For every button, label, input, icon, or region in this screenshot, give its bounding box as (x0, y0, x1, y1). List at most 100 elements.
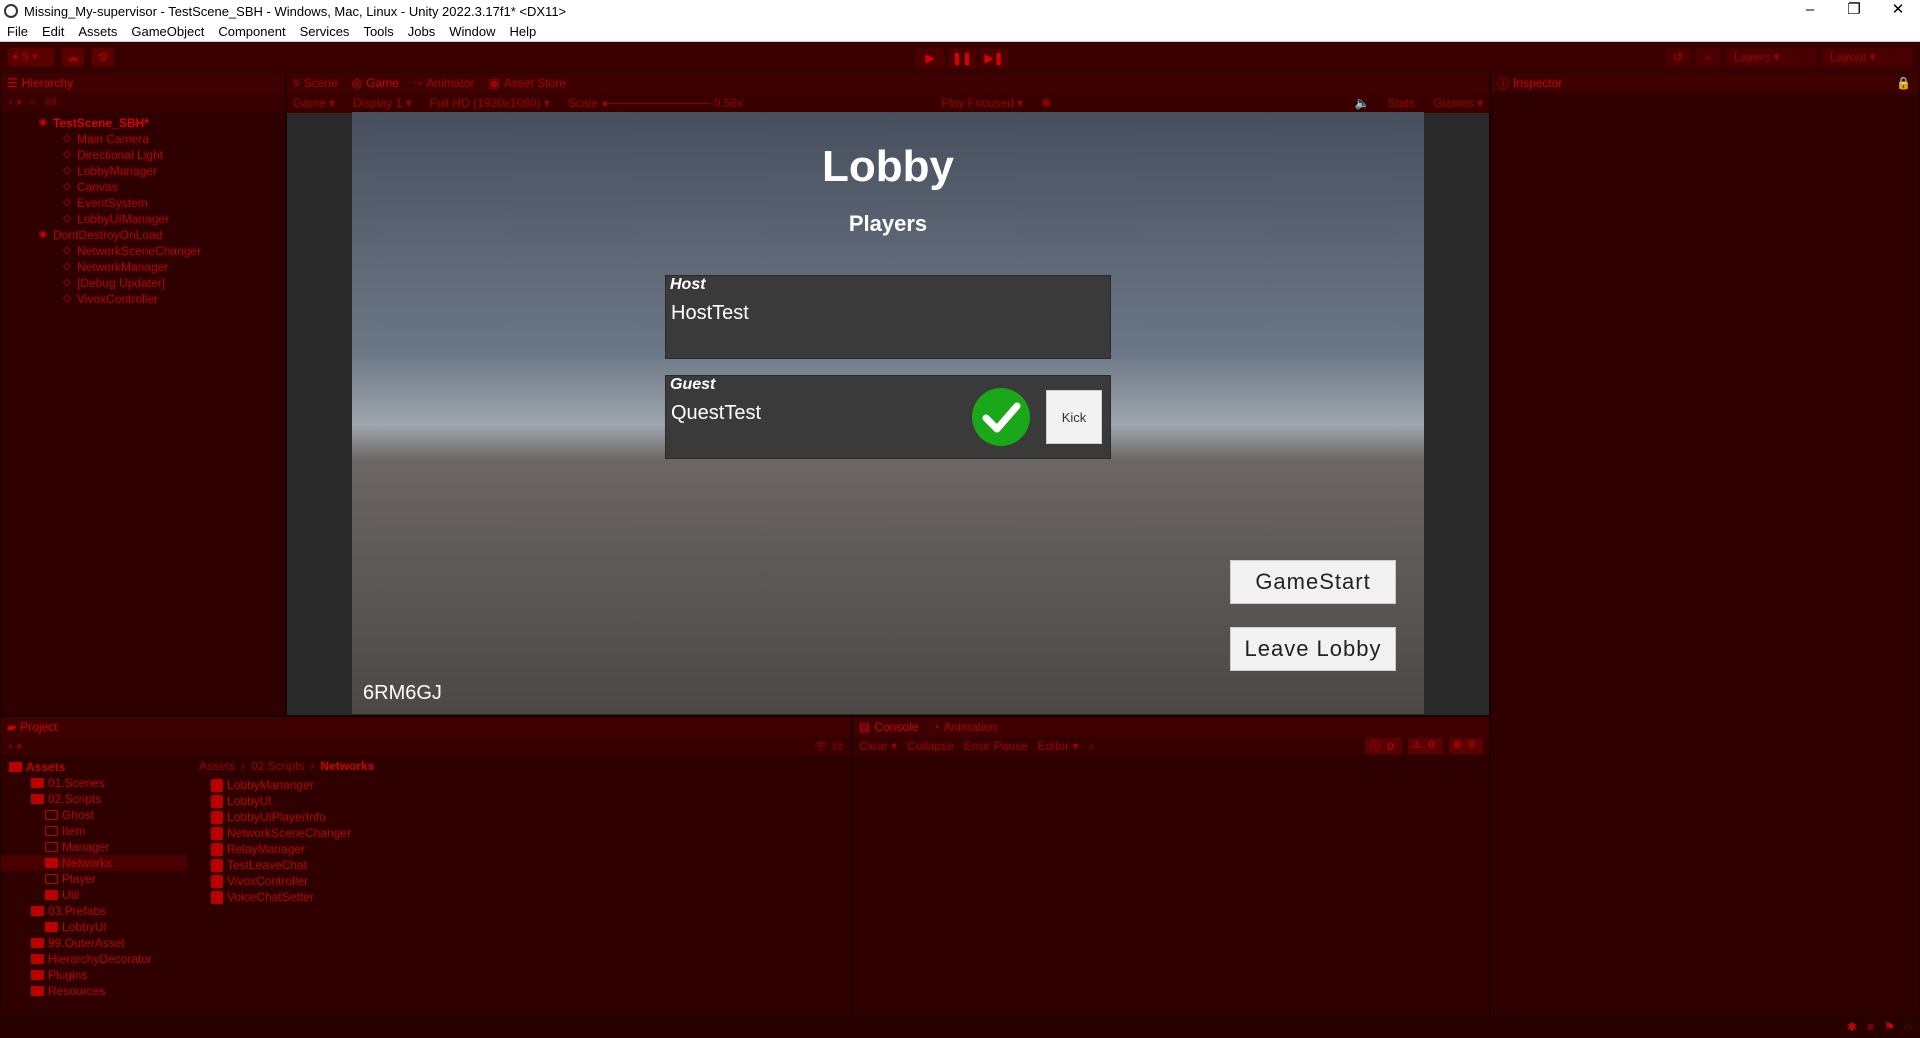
folder-item[interactable]: 02.Scripts (1, 791, 187, 807)
lock-icon[interactable]: 🔒 (1896, 76, 1919, 90)
network-icon[interactable]: ⚑ (1884, 1020, 1895, 1034)
tab-inspector[interactable]: ⓘ Inspector (1497, 75, 1562, 92)
tab-game[interactable]: ◎ Game (352, 76, 399, 90)
breadcrumb-item[interactable]: 02.Scripts (251, 759, 304, 773)
menu-edit[interactable]: Edit (35, 24, 71, 39)
close-icon[interactable]: ✕ (1876, 0, 1920, 22)
menu-services[interactable]: Services (293, 24, 357, 39)
cloud-icon[interactable]: ☁ (62, 48, 84, 66)
folder-item[interactable]: Plugins (1, 967, 187, 983)
stack-icon[interactable]: ≡ (1867, 1020, 1874, 1034)
folder-item-selected[interactable]: Networks (1, 855, 187, 871)
tree-item[interactable]: ◇ VivoxController (1, 291, 285, 307)
file-item[interactable]: NetworkSceneChanger (211, 825, 851, 841)
layout-dropdown[interactable]: Layout ▾ (1822, 48, 1912, 66)
tab-console[interactable]: ▤ Console (859, 720, 918, 734)
menu-help[interactable]: Help (503, 24, 544, 39)
minimize-icon[interactable]: – (1788, 0, 1832, 22)
folder-item[interactable]: Assets (1, 759, 187, 775)
bug-icon[interactable]: ✱ (1847, 1020, 1857, 1034)
file-item[interactable]: RelayManager (211, 841, 851, 857)
tree-item-scene[interactable]: ◉ DontDestroyOnLoad (1, 227, 285, 243)
tree-item[interactable]: ◇ Canvas (1, 179, 285, 195)
project-search[interactable]: + ▾ 👁 38 (1, 737, 851, 755)
folder-item[interactable]: Manager (1, 839, 187, 855)
menu-tools[interactable]: Tools (356, 24, 400, 39)
tab-asset-store[interactable]: ▣ Asset Store (489, 76, 566, 90)
folder-item[interactable]: Util (1, 887, 187, 903)
folder-item[interactable]: Player (1, 871, 187, 887)
tree-item[interactable]: ◇ LobbyManager (1, 163, 285, 179)
add-icon[interactable]: + ▾ (7, 96, 22, 109)
display-dropdown[interactable]: Display 1 ▾ (353, 96, 412, 110)
game-start-button[interactable]: GameStart (1230, 560, 1396, 604)
warning-count[interactable]: ⚠ 0 (1407, 738, 1443, 754)
tab-hierarchy[interactable]: ☰ Hierarchy (7, 76, 73, 90)
file-item[interactable]: VivoxController (211, 873, 851, 889)
tree-item[interactable]: ◇ [Debug Updater] (1, 275, 285, 291)
log-count[interactable]: ⓘ 0 (1365, 738, 1402, 754)
tab-animator[interactable]: ⤳ Animator (413, 76, 475, 91)
collab-gear-icon[interactable]: ⚙ (92, 48, 114, 66)
search-icon[interactable]: ⌕ (1696, 48, 1720, 66)
folder-item[interactable]: LobbyUI (1, 919, 187, 935)
kick-button[interactable]: Kick (1046, 390, 1102, 444)
game-mode-dropdown[interactable]: Game ▾ (293, 96, 335, 110)
file-item[interactable]: TestLeaveChat (211, 857, 851, 873)
tree-item[interactable]: ◇ EventSystem (1, 195, 285, 211)
scale-slider[interactable]: Scale ●──────────── 0.56x (568, 96, 743, 110)
file-item[interactable]: VoiceChatSetter (211, 889, 851, 905)
mute-icon[interactable]: 🔈 (1355, 96, 1370, 110)
file-item[interactable]: LobbyUI (211, 793, 851, 809)
step-button[interactable]: ▶❚ (980, 48, 1008, 68)
history-icon[interactable]: ↺ (1666, 48, 1690, 66)
layers-dropdown[interactable]: Layers ▾ (1726, 48, 1816, 66)
tab-animation[interactable]: ◔ Animation (932, 720, 997, 734)
tab-scene[interactable]: # Scene (293, 76, 338, 90)
folder-item[interactable]: Item (1, 823, 187, 839)
folder-item[interactable]: Resources (1, 983, 187, 999)
breadcrumb-item-current[interactable]: Networks (320, 759, 374, 773)
resolution-dropdown[interactable]: Full HD (1920x1080) ▾ (430, 96, 550, 110)
tab-project[interactable]: ▰ Project (7, 720, 58, 734)
bug-icon[interactable]: ✱ (1041, 96, 1051, 110)
menu-jobs[interactable]: Jobs (401, 24, 442, 39)
tree-item[interactable]: ◇ NetworkManager (1, 259, 285, 275)
collapse-toggle[interactable]: Collapse (907, 739, 954, 753)
search-icon[interactable]: ⌕ (1089, 739, 1096, 754)
file-item[interactable]: LobbyUIPlayerInfo (211, 809, 851, 825)
tree-item-scene[interactable]: ◉ TestScene_SBH* (1, 115, 285, 131)
folder-item[interactable]: 03.Prefabs (1, 903, 187, 919)
breadcrumb-item[interactable]: Assets (199, 759, 235, 773)
restore-icon[interactable]: ❐ (1832, 0, 1876, 22)
tree-item[interactable]: ◇ Directional Light (1, 147, 285, 163)
error-pause-toggle[interactable]: Error Pause (964, 739, 1028, 753)
tree-item[interactable]: ◇ NetworkSceneChanger (1, 243, 285, 259)
folder-item[interactable]: 01.Scenes (1, 775, 187, 791)
file-item[interactable]: LobbyMananger (211, 777, 851, 793)
menu-window[interactable]: Window (442, 24, 502, 39)
pause-button[interactable]: ❚❚ (948, 48, 976, 68)
stats-toggle[interactable]: Stats (1388, 96, 1415, 110)
folder-item[interactable]: HierarchyDecorator (1, 951, 187, 967)
menu-file[interactable]: File (0, 24, 35, 39)
gizmos-dropdown[interactable]: Gizmos ▾ (1433, 96, 1489, 110)
tree-item[interactable]: ◇ LobbyUIManager (1, 211, 285, 227)
menu-assets[interactable]: Assets (71, 24, 124, 39)
progress-icon[interactable]: ◌ (1905, 1020, 1912, 1034)
tree-item[interactable]: ◇ Main Camera (1, 131, 285, 147)
leave-lobby-button[interactable]: Leave Lobby (1230, 627, 1396, 671)
play-focused-dropdown[interactable]: Play Focused ▾ (941, 96, 1023, 110)
menu-component[interactable]: Component (211, 24, 292, 39)
error-count[interactable]: ⊗ 0 (1448, 738, 1483, 754)
account-button[interactable]: ● S ▾ (8, 48, 54, 66)
editor-dropdown[interactable]: Editor ▾ (1038, 739, 1079, 753)
add-icon[interactable]: + ▾ (7, 740, 22, 753)
menu-gameobject[interactable]: GameObject (124, 24, 211, 39)
play-button[interactable]: ▶ (916, 48, 944, 68)
folder-item[interactable]: Ghost (1, 807, 187, 823)
folder-item[interactable]: 99.OuterAsset (1, 935, 187, 951)
hierarchy-search[interactable]: + ▾ ⌕ All (1, 93, 285, 111)
clear-dropdown[interactable]: Clear ▾ (859, 739, 897, 753)
game-viewport[interactable]: Lobby Players Host HostTest Guest QuestT… (352, 112, 1424, 714)
